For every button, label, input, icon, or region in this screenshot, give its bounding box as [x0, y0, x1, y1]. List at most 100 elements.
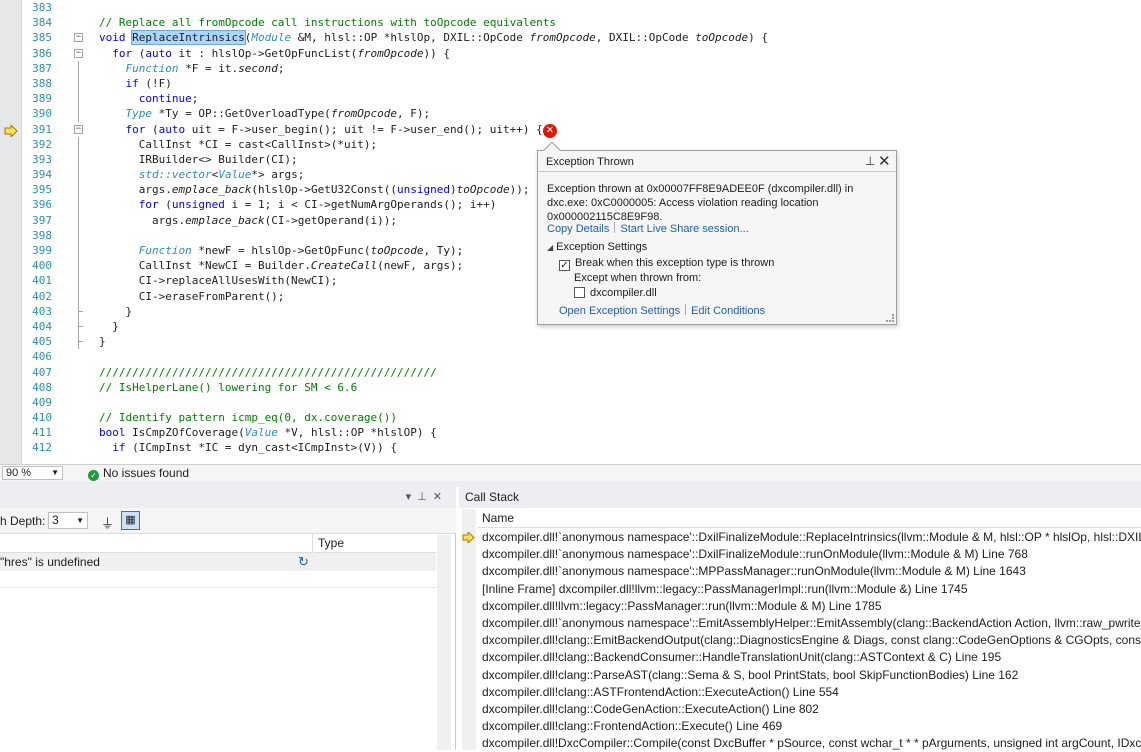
- window-controls: ▾⊥✕: [406, 490, 448, 503]
- code-line[interactable]: 411 bool IsCmpZOfCoverage(Value *V, hlsl:…: [22, 425, 1141, 440]
- copy-details-link[interactable]: Copy Details: [547, 223, 609, 235]
- call-stack-row[interactable]: dxcompiler.dll!clang::ParseAST(clang::Se…: [478, 667, 1141, 684]
- line-number: 397: [32, 213, 52, 227]
- call-stack-row[interactable]: dxcompiler.dll!`anonymous namespace'::MP…: [478, 563, 1141, 580]
- line-number: 383: [32, 1, 52, 14]
- code-line[interactable]: 409: [22, 395, 1141, 410]
- search-depth-label: h Depth:: [0, 514, 46, 528]
- call-stack-row[interactable]: dxcompiler.dll!clang::CodeGenAction::Exe…: [478, 701, 1141, 718]
- refresh-icon[interactable]: ↻: [298, 554, 309, 570]
- fold-guide: [78, 197, 79, 213]
- issues-indicator[interactable]: ✓ No issues found: [88, 466, 189, 481]
- code-line[interactable]: 390 Type *Ty = OP::GetOverloadType(fromO…: [22, 106, 1141, 122]
- call-stack-row[interactable]: dxcompiler.dll!llvm::legacy::PassManager…: [478, 598, 1141, 615]
- call-stack-row[interactable]: dxcompiler.dll!`anonymous namespace'::Dx…: [462, 529, 1141, 546]
- check-circle-icon: ✓: [88, 470, 99, 481]
- call-stack-name-column-header[interactable]: Name: [478, 509, 1141, 528]
- live-share-link[interactable]: Start Live Share session...: [620, 223, 748, 235]
- code-text: }: [99, 304, 133, 318]
- code-line[interactable]: 405}: [22, 334, 1141, 350]
- except-dll-option[interactable]: dxcompiler.dll: [574, 287, 657, 299]
- code-text: std::vector<Value*> args;: [138, 168, 305, 182]
- call-stack-row[interactable]: dxcompiler.dll!`anonymous namespace'::Dx…: [478, 546, 1141, 563]
- line-number: 407: [32, 365, 52, 379]
- watch-name-column-header[interactable]: [0, 534, 313, 553]
- code-text: IRBuilder<> Builder(CI);: [99, 152, 298, 166]
- code-line[interactable]: 386 for (auto it : hlslOp->GetOpFuncList…: [22, 46, 1141, 61]
- fold-toggle-icon[interactable]: [74, 33, 83, 43]
- pin-icon[interactable]: ⊥: [865, 154, 875, 168]
- fold-guide: [78, 167, 79, 183]
- call-stack-frame-text: dxcompiler.dll!clang::FrontendAction::Ex…: [482, 719, 783, 734]
- fold-toggle-icon[interactable]: [74, 48, 83, 58]
- break-when-thrown-option[interactable]: ✓ Break when this exception type is throw…: [559, 257, 774, 271]
- open-exception-settings-link[interactable]: Open Exception Settings: [559, 305, 680, 317]
- call-stack-row[interactable]: dxcompiler.dll!clang::FrontendAction::Ex…: [478, 718, 1141, 735]
- line-number: 412: [32, 441, 52, 455]
- call-stack-frame-text: dxcompiler.dll!`anonymous namespace'::Dx…: [482, 547, 1028, 562]
- code-text: Type *Ty = OP::GetOverloadType(fromOpcod…: [125, 107, 431, 121]
- code-line[interactable]: 384 // Replace all fromOpcode call instru…: [22, 15, 1141, 30]
- call-stack-frame-text: dxcompiler.dll!`anonymous namespace'::Dx…: [482, 530, 1141, 544]
- code-text: if (!F): [125, 76, 172, 90]
- call-stack-frame-text: dxcompiler.dll!`anonymous namespace'::MP…: [482, 564, 1026, 579]
- close-icon[interactable]: ✕: [433, 491, 448, 503]
- watch-empty-row[interactable]: [0, 571, 436, 588]
- exception-settings-toggle[interactable]: ◢ Exception Settings: [547, 241, 647, 253]
- search-depth-dropdown[interactable]: 3 ▼: [48, 512, 88, 529]
- call-stack-row[interactable]: dxcompiler.dll!DxcCompiler::Compile(cons…: [478, 735, 1141, 752]
- fold-toggle-icon[interactable]: [74, 124, 83, 134]
- watch-row[interactable]: "hres" is undefined ↻: [0, 553, 436, 571]
- call-stack-row[interactable]: dxcompiler.dll!`anonymous namespace'::Em…: [478, 615, 1141, 632]
- call-stack-rows: dxcompiler.dll!`anonymous namespace'::Dx…: [462, 529, 1141, 752]
- code-line[interactable]: 408 // IsHelperLane() lowering for SM < 6…: [22, 380, 1141, 395]
- call-stack-row[interactable]: dxcompiler.dll!clang::EmitBackendOutput(…: [478, 632, 1141, 649]
- line-number: 399: [32, 244, 52, 257]
- code-line[interactable]: 412 if (ICmpInst *IC = dyn_cast<ICmpInst…: [22, 440, 1141, 455]
- line-number: 391: [32, 122, 52, 136]
- table-view-icon[interactable]: ▦: [121, 511, 140, 530]
- pin-icon[interactable]: ⊥: [417, 491, 433, 503]
- fold-guide: [78, 60, 79, 76]
- code-line[interactable]: 388 if (!F): [22, 75, 1141, 92]
- call-stack-frame-text: [Inline Frame] dxcompiler.dll!llvm::lega…: [482, 581, 968, 596]
- call-stack-frame-text: dxcompiler.dll!llvm::legacy::PassManager…: [482, 598, 882, 613]
- window-menu-icon[interactable]: ▾: [406, 491, 418, 503]
- watch-type-column-header[interactable]: Type: [314, 534, 436, 553]
- line-number: 408: [32, 380, 52, 394]
- except-dll-checkbox[interactable]: [574, 287, 585, 298]
- call-stack-row[interactable]: dxcompiler.dll!clang::BackendConsumer::H…: [478, 649, 1141, 666]
- code-line[interactable]: 387 Function *F = it.second;: [22, 60, 1141, 76]
- zoom-dropdown[interactable]: 90 % ▼: [2, 466, 63, 480]
- code-text: for (auto uit = F->user_begin(); uit != …: [125, 122, 543, 136]
- chevron-down-icon: ▼: [76, 516, 84, 525]
- code-line[interactable]: 389 continue;: [22, 91, 1141, 107]
- resize-grip-icon[interactable]: [886, 314, 894, 322]
- close-icon[interactable]: ✕: [878, 152, 891, 170]
- divider: [538, 171, 896, 172]
- code-line[interactable]: 383: [22, 0, 1141, 15]
- edit-conditions-link[interactable]: Edit Conditions: [691, 305, 765, 317]
- break-when-thrown-checkbox[interactable]: ✓: [559, 260, 570, 271]
- line-number: 389: [32, 92, 52, 106]
- code-text: Function *F = it.second;: [125, 61, 285, 75]
- line-number: 393: [32, 152, 52, 166]
- call-stack-scrollbar[interactable]: [462, 509, 476, 750]
- code-line[interactable]: 406: [22, 349, 1141, 364]
- fold-guide: [78, 136, 79, 152]
- code-line[interactable]: 385 void ReplaceIntrinsics(Module &M, hls…: [22, 30, 1141, 46]
- exception-error-icon[interactable]: ✕: [543, 124, 557, 138]
- fold-guide: [78, 151, 79, 168]
- call-stack-row[interactable]: dxcompiler.dll!clang::ASTFrontendAction:…: [478, 684, 1141, 701]
- watch-scrollbar[interactable]: [437, 535, 451, 750]
- indicator-margin[interactable]: [0, 0, 22, 464]
- code-line[interactable]: 407 /////////////////////////////////////…: [22, 365, 1141, 380]
- code-line[interactable]: 391 for (auto uit = F->user_begin(); uit…: [22, 122, 1141, 137]
- filter-icon[interactable]: ⏚: [101, 513, 114, 532]
- code-line[interactable]: 410 // Identify pattern icmp_eq(0, dx.cov…: [22, 410, 1141, 425]
- call-stack-row[interactable]: [Inline Frame] dxcompiler.dll!llvm::lega…: [478, 581, 1141, 598]
- call-stack-frame-text: dxcompiler.dll!`anonymous namespace'::Em…: [482, 615, 1141, 630]
- call-stack-window: Call Stack Name dxcompiler.dll!`anonymou…: [459, 487, 1141, 750]
- code-text: if (ICmpInst *IC = dyn_cast<ICmpInst>(V)…: [112, 441, 398, 455]
- code-text: CI->replaceAllUsesWith(NewCI);: [99, 274, 338, 288]
